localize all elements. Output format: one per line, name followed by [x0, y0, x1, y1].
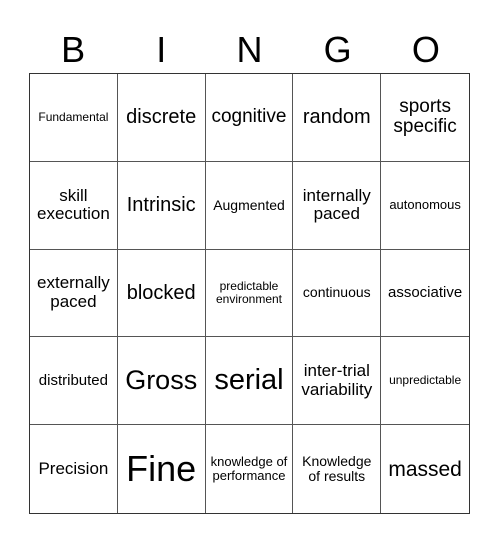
- bingo-cell[interactable]: serial: [205, 337, 294, 426]
- header-letter-b: B: [61, 29, 86, 70]
- bingo-cell[interactable]: knowledge of performance: [206, 425, 294, 513]
- bingo-cell[interactable]: discrete: [117, 74, 206, 162]
- bingo-cell[interactable]: blocked: [117, 249, 206, 338]
- bingo-cell[interactable]: associative: [381, 250, 469, 338]
- bingo-cell[interactable]: Intrinsic: [117, 161, 206, 250]
- bingo-cell[interactable]: Knowledge of results: [293, 425, 382, 513]
- bingo-cell[interactable]: random: [293, 74, 382, 162]
- bingo-cell[interactable]: cognitive: [205, 74, 294, 162]
- bingo-cell[interactable]: distributed: [30, 337, 118, 426]
- header-letter-g: G: [323, 29, 352, 70]
- bingo-cell[interactable]: massed: [381, 425, 469, 513]
- bingo-cell[interactable]: predictable environment: [205, 249, 294, 338]
- bingo-cell[interactable]: unpredictable: [381, 337, 469, 426]
- bingo-cell[interactable]: inter-trial variability: [293, 337, 382, 426]
- bingo-cell[interactable]: skill execution: [30, 161, 118, 250]
- header-letter-o: O: [411, 29, 440, 70]
- bingo-cell[interactable]: Augmented: [205, 161, 294, 250]
- bingo-cell[interactable]: internally paced: [293, 161, 382, 250]
- bingo-cell[interactable]: Fine: [118, 425, 206, 513]
- bingo-cell[interactable]: Gross: [117, 337, 206, 426]
- bingo-cell[interactable]: autonomous: [381, 162, 469, 250]
- bingo-cell[interactable]: continuous: [293, 249, 382, 338]
- bingo-grid: Fundamental discrete cognitive random sports…: [29, 73, 470, 514]
- header-letter-i: I: [156, 29, 167, 70]
- bingo-cell[interactable]: externally paced: [30, 249, 118, 338]
- header-letter-n: N: [236, 29, 263, 70]
- bingo-cell[interactable]: Precision: [30, 425, 118, 513]
- bingo-cell[interactable]: sports specific: [381, 74, 469, 162]
- bingo-header: B I N G O: [29, 28, 470, 72]
- bingo-cell[interactable]: Fundamental: [30, 74, 118, 162]
